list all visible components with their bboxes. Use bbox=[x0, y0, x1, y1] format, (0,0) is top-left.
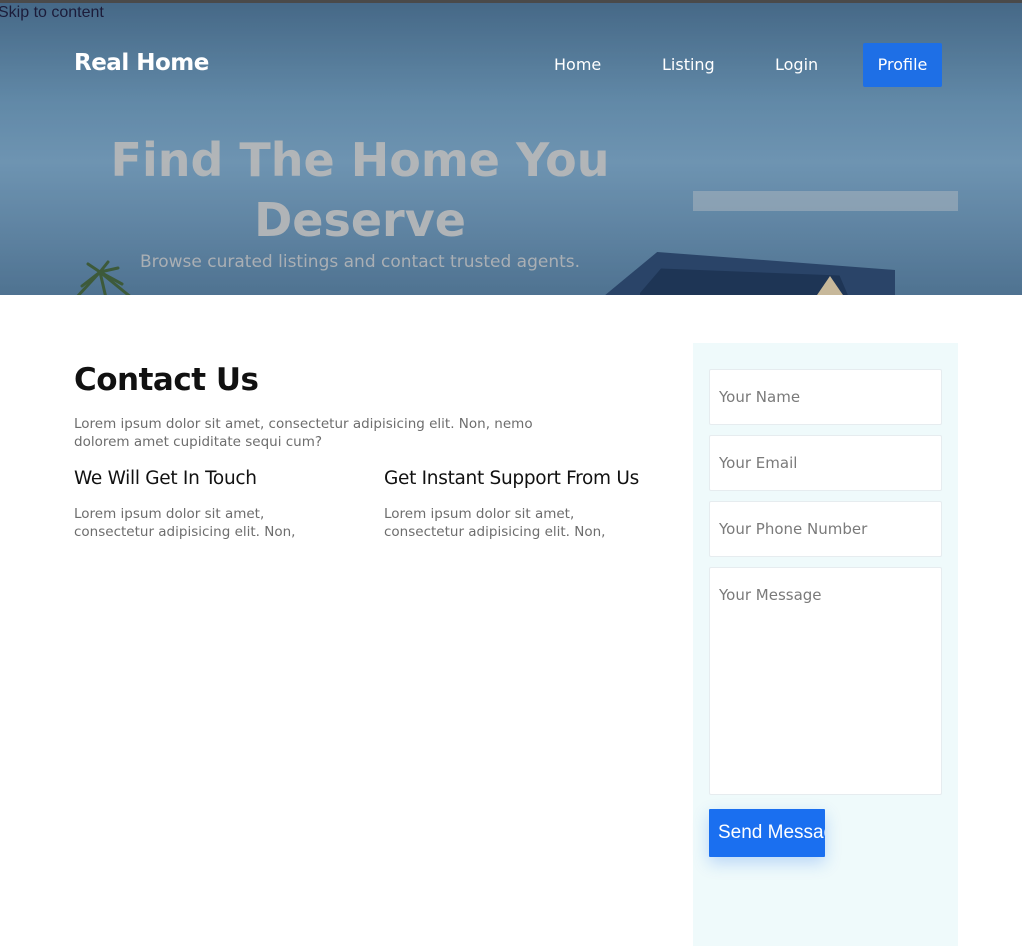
contact-intro: Lorem ipsum dolor sit amet, consectetur … bbox=[74, 416, 533, 450]
message-textarea[interactable] bbox=[709, 567, 942, 795]
feature-text: Lorem ipsum dolor sit amet, consectetur … bbox=[384, 506, 606, 540]
nav-home-link[interactable]: Home bbox=[554, 43, 601, 87]
phone-input[interactable] bbox=[709, 501, 942, 557]
contact-title: Contact Us bbox=[74, 362, 259, 398]
main-nav: Home Listing Login Profile bbox=[0, 43, 1022, 87]
feature-get-in-touch: We Will Get In Touch Lorem ipsum dolor s… bbox=[74, 468, 354, 541]
hero-section: Real Home Home Listing Login Profile Fin… bbox=[0, 0, 1022, 295]
name-input[interactable] bbox=[709, 369, 942, 425]
feature-title: We Will Get In Touch bbox=[74, 468, 257, 489]
top-border bbox=[0, 0, 1022, 3]
nav-login-link[interactable]: Login bbox=[775, 43, 818, 87]
contact-form-panel: Send Message bbox=[693, 343, 958, 946]
email-input[interactable] bbox=[709, 435, 942, 491]
hero-title: Find The Home You Deserve bbox=[110, 133, 610, 247]
skip-to-content-link[interactable]: Skip to content bbox=[0, 4, 104, 22]
feature-instant-support: Get Instant Support From Us Lorem ipsum … bbox=[384, 468, 664, 541]
nav-listing-link[interactable]: Listing bbox=[662, 43, 715, 87]
feature-title: Get Instant Support From Us bbox=[384, 468, 639, 489]
hero-subtitle: Browse curated listings and contact trus… bbox=[139, 252, 581, 272]
feature-text: Lorem ipsum dolor sit amet, consectetur … bbox=[74, 506, 296, 540]
nav-profile-button[interactable]: Profile bbox=[863, 43, 942, 87]
hero-decorative-bar bbox=[693, 191, 958, 211]
send-message-button[interactable]: Send Message bbox=[709, 809, 825, 857]
